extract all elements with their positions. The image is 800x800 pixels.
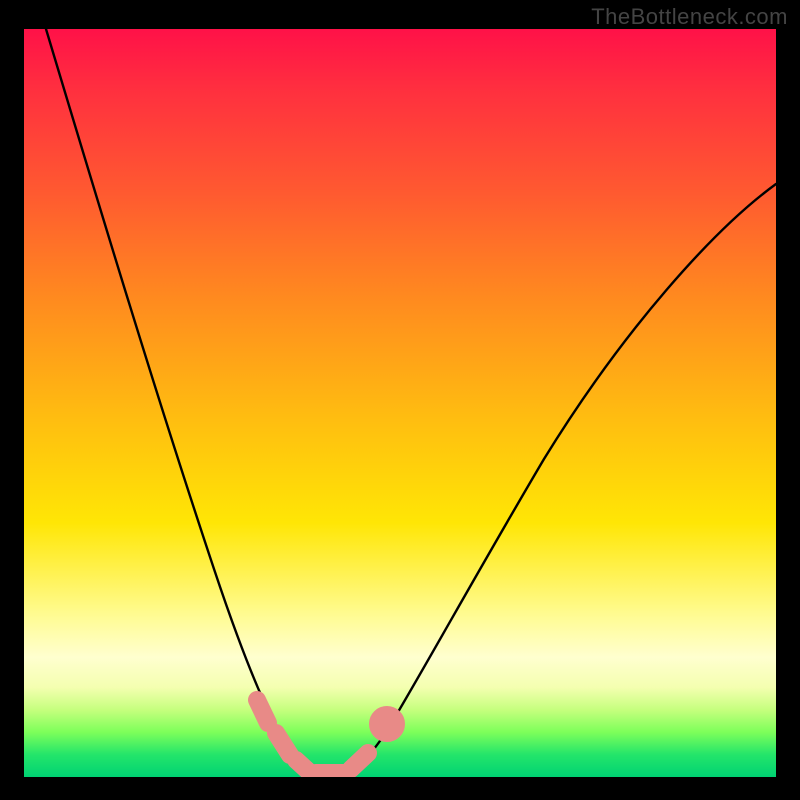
watermark-text: TheBottleneck.com bbox=[591, 4, 788, 30]
bottleneck-curve-svg bbox=[24, 29, 776, 777]
marker-cluster bbox=[257, 700, 396, 773]
chart-frame: TheBottleneck.com bbox=[0, 0, 800, 800]
bottleneck-curve-path bbox=[46, 29, 776, 774]
plot-area bbox=[24, 29, 776, 777]
